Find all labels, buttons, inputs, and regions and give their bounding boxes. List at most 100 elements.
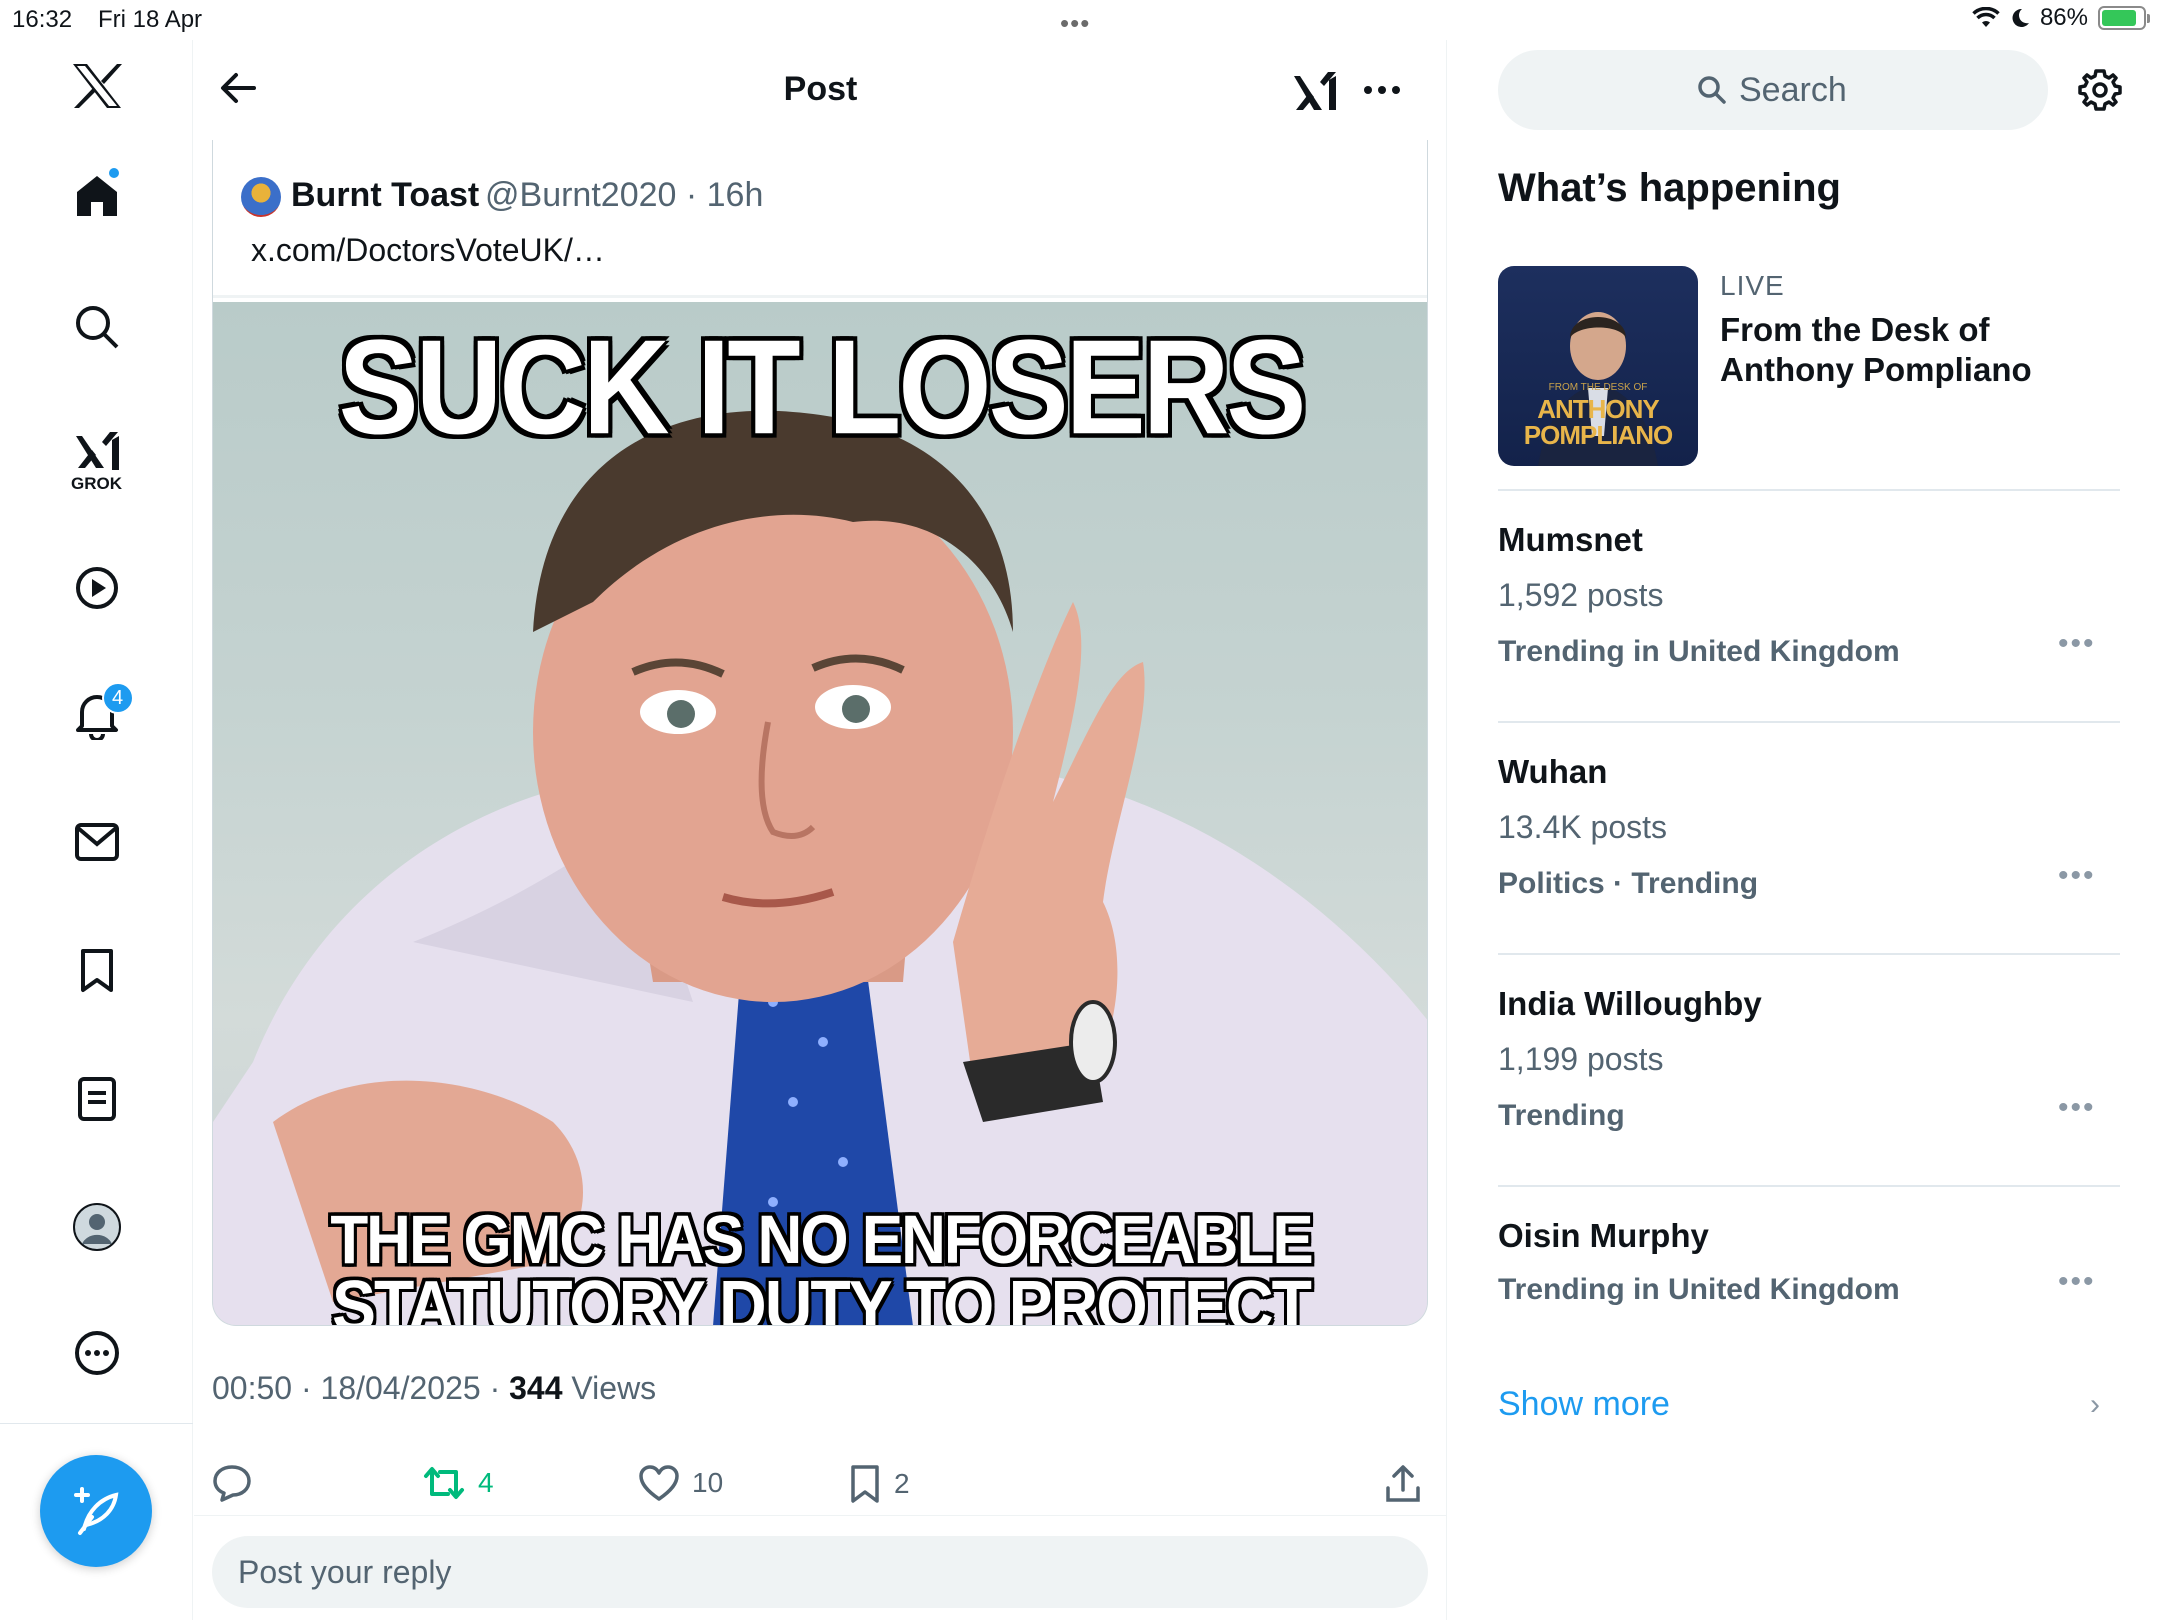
play-icon: [75, 567, 118, 609]
nav-home[interactable]: [0, 166, 193, 220]
live-tag: LIVE: [1720, 270, 1785, 301]
trend-item[interactable]: Wuhan 13.4K posts Politics · Trending ••…: [1498, 723, 2120, 955]
trend-context: Trending in United Kingdom: [1498, 1273, 1900, 1306]
nav-profile[interactable]: [0, 1202, 193, 1252]
post-header: Post: [194, 40, 1447, 140]
battery-icon: [2098, 6, 2150, 30]
heart-icon: [639, 1465, 679, 1501]
search-icon: [75, 306, 118, 349]
settings-button[interactable]: [2078, 68, 2122, 117]
envelope-icon: [74, 823, 119, 861]
trend-context: Trending in United Kingdom: [1498, 635, 1900, 668]
status-indicators: 86%: [1972, 4, 2150, 32]
bookmark-count: 2: [894, 1468, 910, 1499]
trend-more-icon[interactable]: •••: [2058, 627, 2096, 661]
live-event-title[interactable]: From the Desk of Anthony Pompliano: [1720, 310, 2100, 390]
like-count: 10: [692, 1467, 724, 1498]
nav-notifications[interactable]: 4: [0, 682, 193, 740]
x-logo-icon[interactable]: [0, 62, 193, 110]
whats-happening-title: What’s happening: [1498, 166, 1841, 210]
moon-icon: [2012, 8, 2029, 27]
bookmark-icon: [851, 1465, 879, 1503]
bookmark-button[interactable]: 2: [848, 1464, 910, 1504]
show-more-link[interactable]: Show more: [1498, 1385, 1670, 1424]
reply-button[interactable]: [212, 1464, 252, 1502]
nav-explore[interactable]: [0, 304, 193, 350]
post-more-button[interactable]: [1360, 68, 1404, 117]
live-event-thumbnail: FROM THE DESK OF ANTHONY POMPLIANO: [1498, 266, 1698, 466]
notifications-count-badge: 4: [101, 682, 134, 714]
status-date: Fri 18 Apr: [98, 6, 203, 33]
share-button[interactable]: [1384, 1464, 1422, 1504]
home-notification-dot: [106, 166, 121, 180]
post-image[interactable]: SUCK IT LOSERS THE GMC HAS NO ENFORCEABL…: [213, 302, 1427, 1326]
more-circle-icon: [74, 1331, 119, 1375]
status-bar: 16:32 Fri 18 Apr ••• 86%: [0, 0, 2160, 40]
nav-messages[interactable]: [0, 822, 193, 862]
right-sidebar: What’s happening FROM THE DESK OF ANTHON…: [1448, 40, 2160, 1620]
search-input[interactable]: [1739, 70, 1849, 110]
wifi-icon: [1972, 7, 2000, 27]
trend-name: India Willoughby: [1498, 985, 1762, 1022]
grok-label: GROK: [71, 474, 122, 493]
trend-context: Trending: [1498, 1099, 1625, 1132]
nav-grok[interactable]: GROK: [0, 428, 193, 494]
list-icon: [77, 1077, 116, 1121]
trend-name: Mumsnet: [1498, 521, 1643, 558]
live-event-card[interactable]: FROM THE DESK OF ANTHONY POMPLIANO LIVE …: [1498, 266, 2120, 491]
grok-explain-button[interactable]: [1292, 68, 1338, 117]
repost-count: 4: [478, 1467, 494, 1498]
more-horizontal-icon: [1364, 86, 1400, 94]
thumb-small-caption: FROM THE DESK OF: [1548, 382, 1648, 393]
views-label: Views: [562, 1370, 657, 1406]
avatar[interactable]: [241, 177, 281, 217]
grok-icon: [75, 432, 119, 470]
compose-feather-icon: [74, 1487, 119, 1535]
trend-more-icon[interactable]: •••: [2058, 1091, 2096, 1125]
quoted-post-card[interactable]: Burnt Toast @Burnt2020 · 16h x.com/Docto…: [212, 140, 1428, 1326]
quoted-post-text[interactable]: x.com/DoctorsVoteUK/…: [251, 232, 605, 269]
nav-bookmarks[interactable]: [0, 948, 193, 994]
repost-button[interactable]: 4: [422, 1464, 494, 1502]
avatar-icon: [72, 1203, 121, 1251]
gear-icon: [2078, 69, 2122, 111]
status-time: 16:32: [12, 6, 73, 33]
reply-input[interactable]: [238, 1536, 1398, 1608]
share-icon: [1386, 1465, 1420, 1502]
grok-icon: [1294, 72, 1336, 110]
reply-composer[interactable]: [212, 1536, 1428, 1608]
meme-bottom-line-2: STATUTORY DUTY TO PROTECT PATIENT SAFETY: [332, 1264, 1312, 1326]
meme-bottom-caption: THE GMC HAS NO ENFORCEABLE STATUTORY DUT…: [213, 1203, 1427, 1326]
multitasking-dots-icon[interactable]: •••: [1060, 8, 1090, 39]
views-count: 344: [509, 1370, 563, 1406]
page-title: Post: [783, 70, 858, 108]
nav-lists[interactable]: [0, 1076, 193, 1122]
thumb-line-2: POMPLIANO: [1523, 420, 1673, 450]
trend-context: Politics · Trending: [1498, 867, 1759, 900]
meme-top-caption: SUCK IT LOSERS: [338, 312, 1307, 463]
trend-more-icon[interactable]: •••: [2058, 859, 2096, 893]
bookmark-icon: [80, 949, 113, 992]
trend-item[interactable]: Oisin Murphy Trending in United Kingdom …: [1498, 1187, 2120, 1337]
like-button[interactable]: 10: [638, 1464, 723, 1502]
post-detail-column: Post Burnt Toast @Burnt2020 · 16h x.com/…: [194, 40, 1447, 1620]
post-timestamp[interactable]: 00:50 · 18/04/2025 ·: [212, 1370, 509, 1406]
quoted-post-header: Burnt Toast @Burnt2020 · 16h x.com/Docto…: [213, 140, 1427, 298]
trend-post-count: 1,592 posts: [1498, 577, 1664, 613]
search-bar[interactable]: [1498, 50, 2048, 130]
nav-divider: [0, 1423, 193, 1424]
trend-name: Oisin Murphy: [1498, 1217, 1709, 1254]
trend-item[interactable]: Mumsnet 1,592 posts Trending in United K…: [1498, 491, 2120, 723]
nav-more[interactable]: [0, 1330, 193, 1376]
trend-more-icon[interactable]: •••: [2058, 1265, 2096, 1299]
compose-post-button[interactable]: [40, 1455, 152, 1567]
nav-video[interactable]: [0, 565, 193, 611]
quoted-author-name[interactable]: Burnt Toast: [291, 176, 479, 215]
trend-item[interactable]: India Willoughby 1,199 posts Trending ••…: [1498, 955, 2120, 1187]
left-navigation: GROK 4: [0, 40, 193, 1620]
chevron-right-icon: ›: [2090, 1388, 2100, 1421]
trend-post-count: 1,199 posts: [1498, 1041, 1664, 1077]
quoted-author-handle: @Burnt2020 · 16h: [485, 176, 764, 214]
reply-icon: [213, 1465, 251, 1502]
action-bar-divider: [194, 1515, 1447, 1516]
